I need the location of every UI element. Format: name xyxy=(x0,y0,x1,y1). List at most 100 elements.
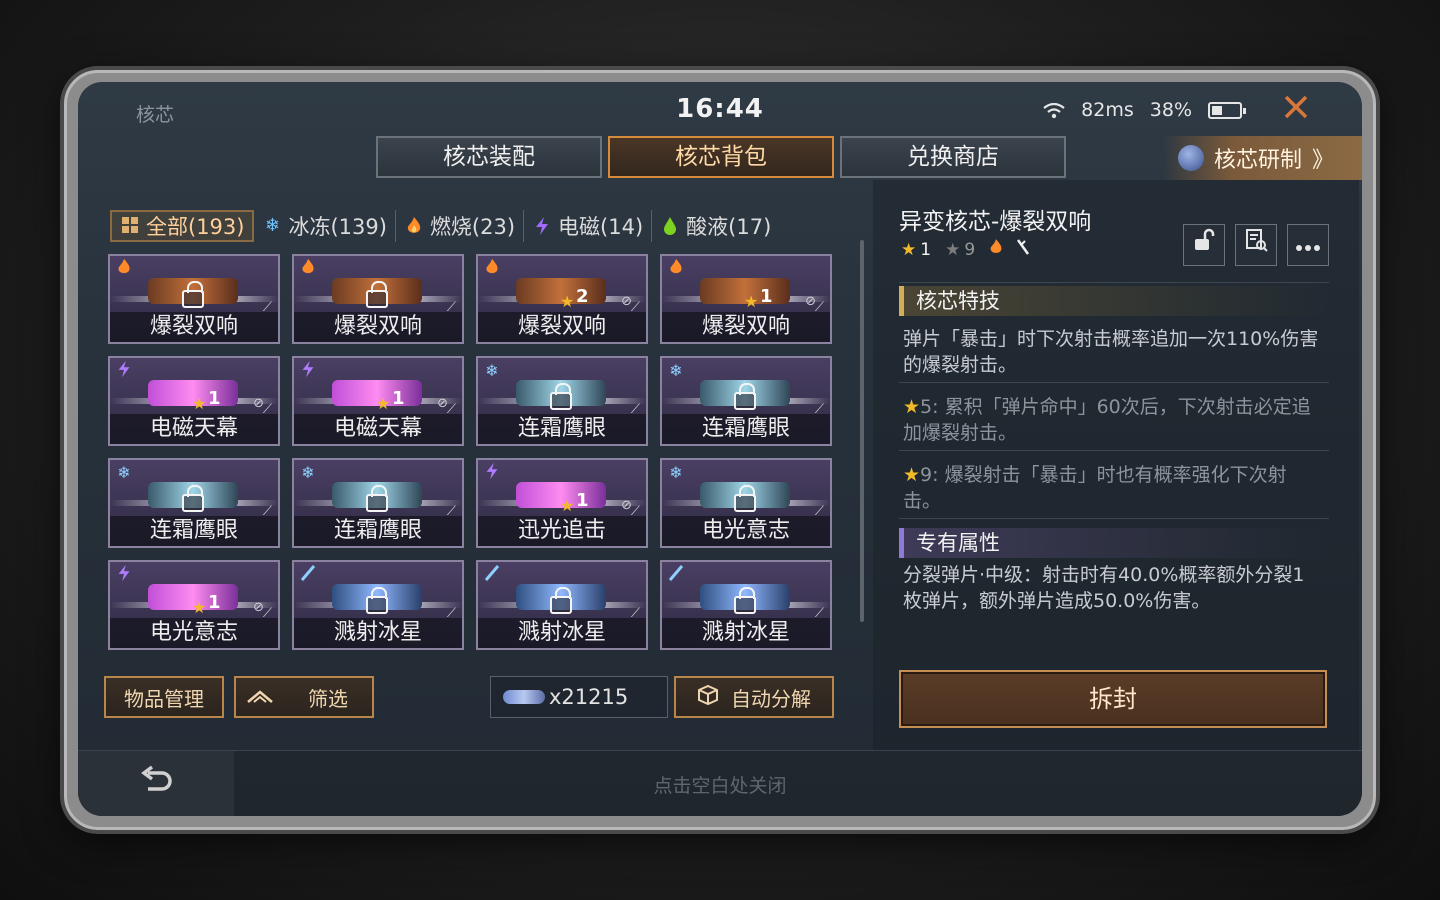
flame-icon xyxy=(481,258,503,280)
item-name: 连霜鹰眼 xyxy=(662,414,830,444)
item-name: 爆裂双响 xyxy=(294,312,462,342)
item-manage-button[interactable]: 物品管理 xyxy=(104,676,224,718)
core-item-card[interactable]: ⟋ 溅射冰星 xyxy=(292,560,464,650)
core-item-card[interactable]: ★ 1 ⊘ ⟋ 电光意志 xyxy=(108,560,280,650)
item-name: 电光意志 xyxy=(110,618,278,648)
filter-all[interactable]: 全部(193) xyxy=(110,210,255,242)
unseal-button[interactable]: 拆封 xyxy=(899,670,1327,728)
core-item-card[interactable]: ★ 1 ⊘ ⟋ 电磁天幕 xyxy=(292,356,464,446)
item-level: 2 xyxy=(576,286,589,307)
star-icon: ★ xyxy=(192,598,207,617)
snowflake-icon: ❄ xyxy=(669,463,683,482)
star-icon: ★ xyxy=(903,396,921,418)
snowflake-icon: ❄ xyxy=(264,215,281,236)
core-item-card[interactable]: ★ 1 ⊘ ⟋ 迅光追击 xyxy=(476,458,648,548)
snowflake-icon: ❄ xyxy=(117,463,131,482)
item-name: 电磁天幕 xyxy=(110,414,278,444)
skill-text: 弹片「暴击」时下次射击概率追加一次110%伤害的爆裂射击。 xyxy=(903,328,1319,376)
lightning-icon xyxy=(481,462,503,484)
ice-shard-icon xyxy=(665,564,687,586)
attribute-text: 分裂弹片·中级：射击时有40.0%概率额外分裂1枚弹片，额外弹片造成50.0%伤… xyxy=(903,564,1305,612)
lock-icon xyxy=(550,587,572,614)
snowflake-icon: ❄ xyxy=(669,361,683,380)
core-item-card[interactable]: ⟋ 溅射冰星 xyxy=(476,560,648,650)
core-item-card[interactable]: ⟋ 爆裂双响 xyxy=(108,254,280,344)
status-area: 82ms 38% xyxy=(1043,99,1246,121)
footer-bar[interactable]: 点击空白处关闭 xyxy=(78,750,1362,816)
research-gem-icon xyxy=(1178,145,1204,171)
star-icon: ★ xyxy=(901,239,917,260)
close-hint: 点击空白处关闭 xyxy=(653,775,787,797)
item-name: 迅光追击 xyxy=(478,516,646,546)
bottom-actions: 物品管理 筛选 xyxy=(104,676,374,718)
lock-icon xyxy=(366,587,388,614)
flame-icon xyxy=(404,216,424,236)
ping-text: 82ms xyxy=(1081,99,1134,121)
core-item-card[interactable]: ★ 2 ⊘ ⟋ 爆裂双响 xyxy=(476,254,648,344)
lock-icon xyxy=(366,485,388,512)
filter-freeze[interactable]: ❄ 冰冻(139) xyxy=(254,210,396,242)
star-max: 9 xyxy=(964,239,976,260)
filter-all-label: 全部(193) xyxy=(146,215,245,239)
star-icon: ★ xyxy=(560,292,575,311)
core-item-card[interactable]: ⟋ 爆裂双响 xyxy=(292,254,464,344)
close-button[interactable] xyxy=(1276,90,1316,130)
core-item-card[interactable]: ❄ ⟋ 连霜鹰眼 xyxy=(476,356,648,446)
scrollbar[interactable] xyxy=(860,240,864,622)
core-research-button[interactable]: 核芯研制 》 xyxy=(1162,136,1362,180)
item-level: 1 xyxy=(392,388,405,409)
star9-effect: ★9: 爆裂射击「暴击」时也有概率强化下次射击。 xyxy=(903,462,1323,514)
core-item-card[interactable]: ❄ ⟋ 电光意志 xyxy=(660,458,832,548)
tab-core-backpack[interactable]: 核芯背包 xyxy=(608,136,834,178)
core-item-card[interactable]: ★ 1 ⊘ ⟋ 电磁天幕 xyxy=(108,356,280,446)
battery-icon xyxy=(1208,101,1246,119)
divider xyxy=(899,450,1329,451)
item-name: 连霜鹰眼 xyxy=(110,516,278,546)
filter-acid-label: 酸液(17) xyxy=(686,215,772,239)
item-name: 电光意志 xyxy=(662,516,830,546)
main-tabs: 核芯装配 核芯背包 兑换商店 xyxy=(376,136,1066,178)
star-icon: ★ xyxy=(192,394,207,413)
unlock-button[interactable] xyxy=(1183,224,1225,266)
filter-electro[interactable]: 电磁(14) xyxy=(524,210,653,242)
core-research-label: 核芯研制 xyxy=(1214,148,1303,173)
item-manage-label: 物品管理 xyxy=(124,686,204,711)
battery-fill xyxy=(1212,105,1222,115)
attribute-section-header: 专有属性 xyxy=(899,528,1329,558)
core-fragment-icon xyxy=(503,690,545,704)
auto-dismantle-button[interactable]: 自动分解 xyxy=(674,676,834,718)
item-level: 1 xyxy=(208,388,221,409)
filter-burn[interactable]: 燃烧(23) xyxy=(396,210,525,242)
tab-exchange-shop[interactable]: 兑换商店 xyxy=(840,136,1066,178)
close-icon xyxy=(1284,95,1308,119)
game-screen: 核芯 16:44 82ms 38% 核芯装配 核芯背包 兑换商店 核芯研制 》 xyxy=(78,82,1362,816)
snowflake-icon: ❄ xyxy=(485,361,499,380)
filter-acid[interactable]: 酸液(17) xyxy=(652,210,779,242)
skill-section-header: 核芯特技 xyxy=(899,286,1329,316)
star5-effect: ★5: 累积「弹片命中」60次后，下次射击必定追加爆裂射击。 xyxy=(903,394,1323,446)
detail-view-button[interactable] xyxy=(1235,224,1277,266)
ice-shard-icon xyxy=(297,564,319,586)
filter-button[interactable]: 筛选 xyxy=(234,676,374,718)
core-item-card[interactable]: ❄ ⟋ 连霜鹰眼 xyxy=(108,458,280,548)
tab-core-equip[interactable]: 核芯装配 xyxy=(376,136,602,178)
item-level: 1 xyxy=(760,286,773,307)
top-bar: 核芯 16:44 82ms 38% xyxy=(78,82,1362,138)
ice-shard-icon xyxy=(481,564,503,586)
more-button[interactable] xyxy=(1287,224,1329,266)
filter-label: 筛选 xyxy=(308,686,348,711)
core-item-card[interactable]: ❄ ⟋ 连霜鹰眼 xyxy=(660,356,832,446)
item-name: 连霜鹰眼 xyxy=(478,414,646,444)
item-grid: ⟋ 爆裂双响 ⟋ 爆裂双响 ★ 2 ⊘ ⟋ 爆裂双响 ★ 1 ⊘ ⟋ 爆裂双响 ★ 1 ⊘ ⟋ 电磁天幕 ★ 1 ⊘ ⟋ 电磁… xyxy=(108,254,832,650)
divider xyxy=(899,518,1329,519)
core-item-card[interactable]: ⟋ 溅射冰星 xyxy=(660,560,832,650)
core-item-card[interactable]: ★ 1 ⊘ ⟋ 爆裂双响 xyxy=(660,254,832,344)
filter-bar: 全部(193) ❄ 冰冻(139) 燃烧(23) 电磁(14) 酸液(17) xyxy=(110,210,779,242)
lightning-icon xyxy=(113,360,135,382)
inventory-panel: 全部(193) ❄ 冰冻(139) 燃烧(23) 电磁(14) 酸液(17) ⟋… xyxy=(86,180,868,750)
lock-icon xyxy=(182,485,204,512)
lightning-icon xyxy=(113,564,135,586)
lock-icon xyxy=(734,587,756,614)
flame-icon xyxy=(989,238,1003,261)
core-item-card[interactable]: ❄ ⟋ 连霜鹰眼 xyxy=(292,458,464,548)
